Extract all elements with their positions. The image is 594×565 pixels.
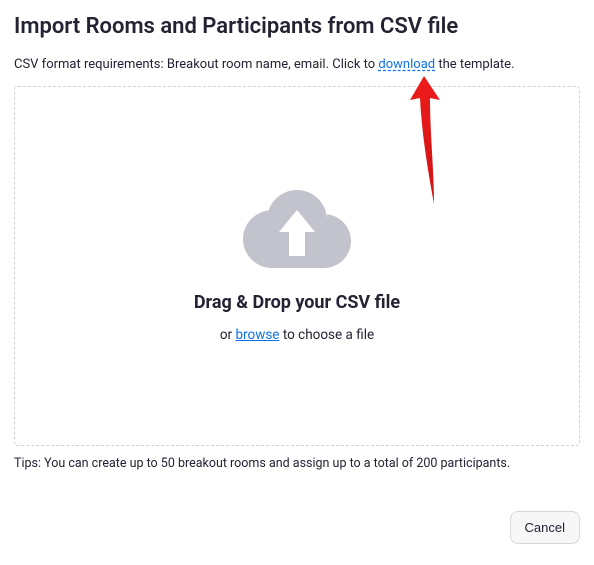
dialog-title: Import Rooms and Participants from CSV f… [14, 14, 580, 39]
csv-dropzone[interactable]: Drag & Drop your CSV file or browse to c… [14, 86, 580, 446]
drop-title: Drag & Drop your CSV file [194, 292, 400, 313]
drop-sub-suffix: to choose a file [279, 327, 374, 343]
instructions-prefix: CSV format requirements: Breakout room n… [14, 57, 378, 72]
browse-link[interactable]: browse [235, 327, 279, 343]
dialog-footer: Cancel [14, 511, 580, 544]
csv-instructions: CSV format requirements: Breakout room n… [14, 57, 580, 72]
tips-text: Tips: You can create up to 50 breakout r… [14, 456, 580, 471]
drop-subtitle: or browse to choose a file [220, 327, 374, 343]
cancel-button[interactable]: Cancel [510, 511, 580, 544]
cloud-upload-icon [243, 190, 351, 268]
drop-sub-prefix: or [220, 327, 236, 343]
download-template-link[interactable]: download [378, 57, 435, 72]
instructions-suffix: the template. [435, 57, 514, 72]
